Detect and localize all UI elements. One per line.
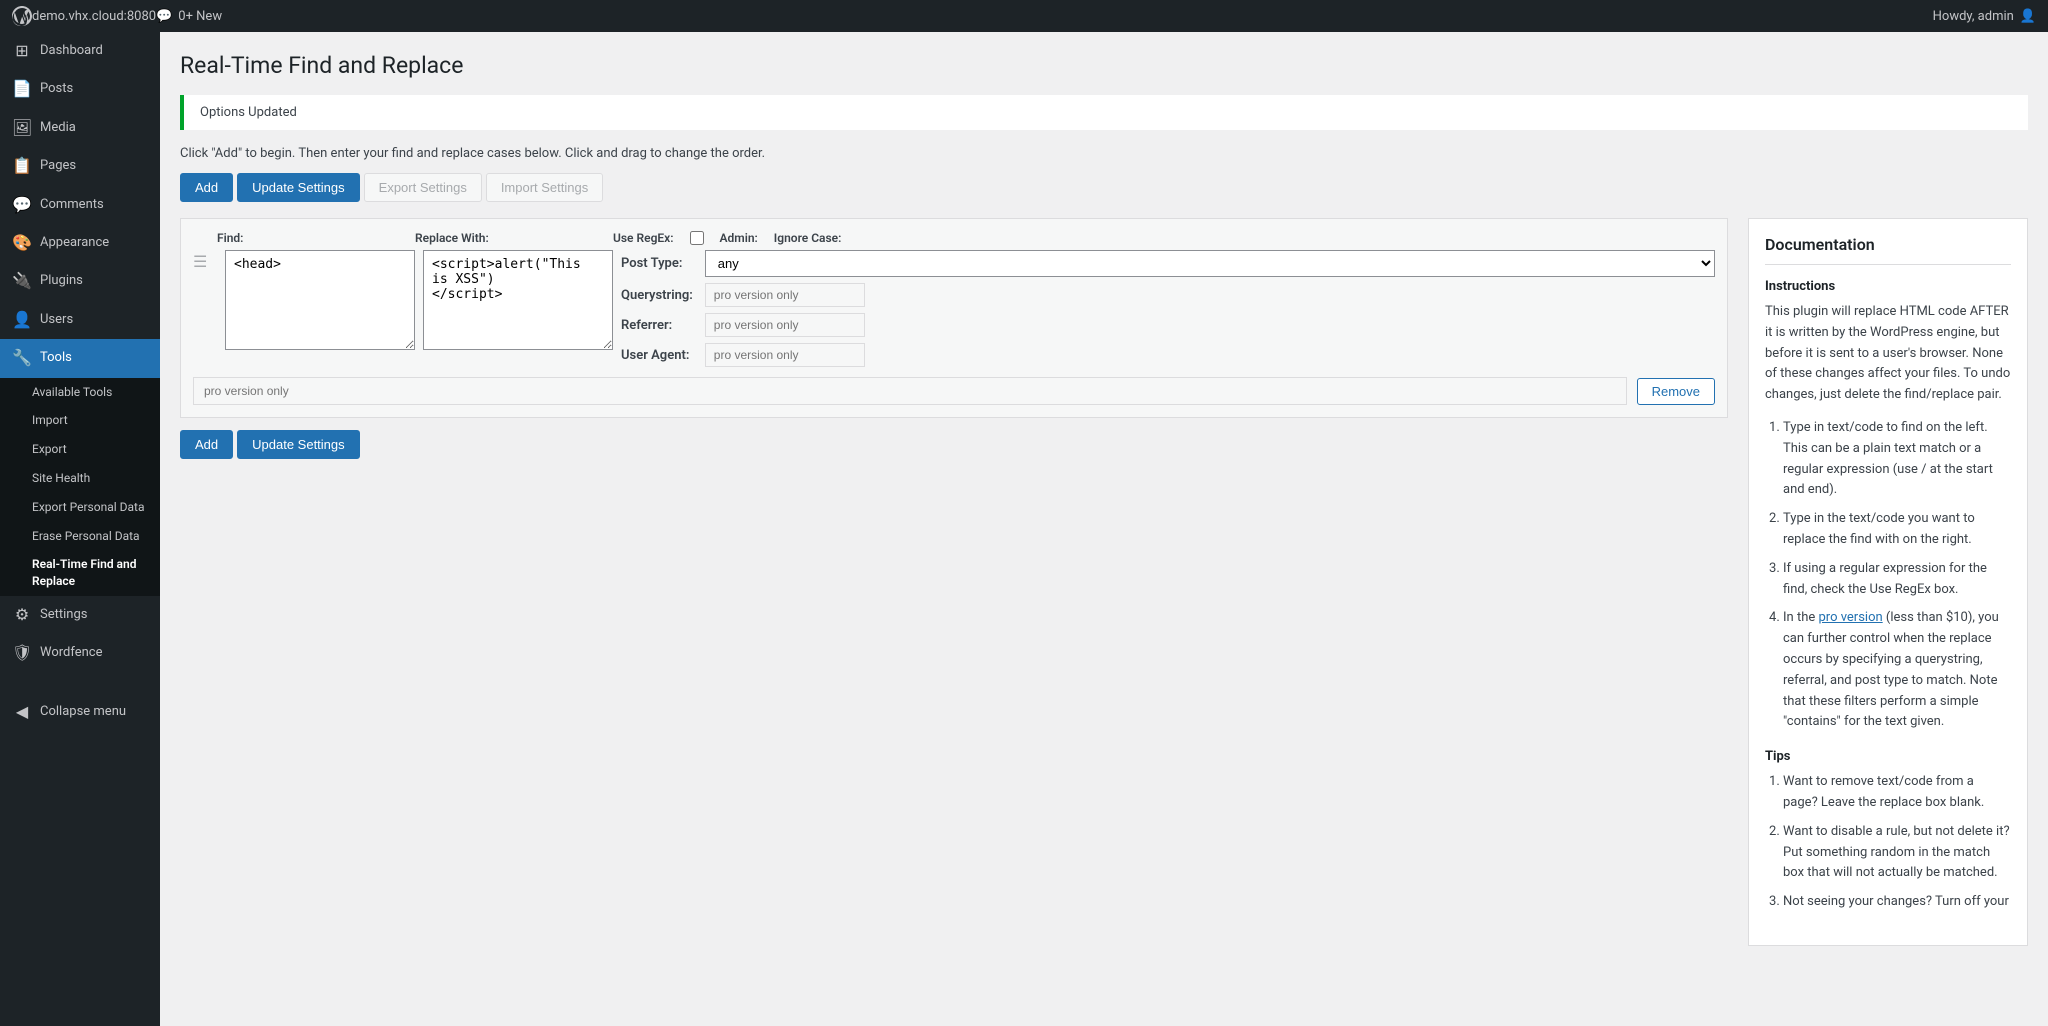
- media-icon: 🖼: [12, 117, 32, 139]
- querystring-input[interactable]: [705, 283, 865, 307]
- find-textarea[interactable]: [225, 250, 415, 350]
- plugins-icon: 🔌: [12, 270, 32, 292]
- replace-textarea[interactable]: [423, 250, 613, 350]
- sidebar-item-media[interactable]: 🖼 Media: [0, 109, 160, 147]
- rule-editor: Find: Replace With: Use RegEx: Admin: Ig…: [180, 218, 1728, 459]
- tips-list: Want to remove text/code from a page? Le…: [1765, 772, 2011, 913]
- sidebar-item-plugins[interactable]: 🔌 Plugins: [0, 262, 160, 300]
- howdy[interactable]: Howdy, admin 👤: [1933, 9, 2036, 24]
- sidebar-item-settings[interactable]: ⚙ Settings: [0, 596, 160, 634]
- tip-3: Not seeing your changes? Turn off your: [1783, 892, 2011, 913]
- update-settings-button-bottom[interactable]: Update Settings: [237, 430, 360, 459]
- instruction-2: Type in the text/code you want to replac…: [1783, 509, 2011, 551]
- sidebar-item-tools[interactable]: 🔧 Tools: [0, 339, 160, 377]
- collapse-menu-button[interactable]: ◀ Collapse menu: [0, 693, 160, 731]
- appearance-icon: 🎨: [12, 232, 32, 254]
- submenu-erase-personal-data[interactable]: Erase Personal Data: [0, 522, 160, 551]
- user-agent-input[interactable]: [705, 343, 865, 367]
- submenu-real-time-find-replace[interactable]: Real-Time Find and Replace: [0, 550, 160, 596]
- remove-button[interactable]: Remove: [1637, 378, 1715, 405]
- sidebar-item-pages[interactable]: 📋 Pages: [0, 147, 160, 185]
- comment-icon: 💬: [156, 9, 172, 24]
- options-col-header: Use RegEx: Admin: Ignore Case:: [613, 231, 1715, 246]
- referrer-input[interactable]: [705, 313, 865, 337]
- comments-link[interactable]: 💬 0: [156, 9, 186, 24]
- submenu-export[interactable]: Export: [0, 435, 160, 464]
- drag-handle[interactable]: ☰: [193, 250, 217, 271]
- instruction-1: Type in text/code to find on the left. T…: [1783, 418, 2011, 501]
- description-text: Click "Add" to begin. Then enter your fi…: [180, 146, 2028, 161]
- page-title: Real-Time Find and Replace: [180, 52, 2028, 79]
- sidebar-item-users[interactable]: 👤 Users: [0, 301, 160, 339]
- instruction-3: If using a regular expression for the fi…: [1783, 559, 2011, 601]
- instruction-4: In the pro version (less than $10), you …: [1783, 608, 2011, 733]
- users-icon: 👤: [12, 309, 32, 331]
- user-avatar-icon: 👤: [2020, 9, 2036, 24]
- comments-icon: 💬: [12, 194, 32, 216]
- tip-1: Want to remove text/code from a page? Le…: [1783, 772, 2011, 814]
- collapse-icon: ◀: [12, 701, 32, 723]
- submenu-import[interactable]: Import: [0, 406, 160, 435]
- rule-row: Find: Replace With: Use RegEx: Admin: Ig…: [180, 218, 1728, 418]
- rule-footer: Remove: [193, 377, 1715, 405]
- tips-title: Tips: [1765, 749, 2011, 764]
- notice-updated: Options Updated: [180, 95, 2028, 130]
- tools-submenu: Available Tools Import Export Site Healt…: [0, 378, 160, 596]
- wp-logo[interactable]: [12, 6, 32, 26]
- instructions-list: Type in text/code to find on the left. T…: [1765, 418, 2011, 733]
- post-type-select[interactable]: any post page: [705, 250, 1715, 277]
- admin-bar: demo.vhx.cloud:8080 💬 0 + New Howdy, adm…: [0, 0, 2048, 32]
- sidebar-item-appearance[interactable]: 🎨 Appearance: [0, 224, 160, 262]
- top-toolbar: Add Update Settings Export Settings Impo…: [180, 173, 2028, 202]
- sidebar-item-wordfence[interactable]: 🛡 Wordfence: [0, 634, 160, 672]
- submenu-export-personal-data[interactable]: Export Personal Data: [0, 493, 160, 522]
- update-settings-button-top[interactable]: Update Settings: [237, 173, 360, 202]
- posts-icon: 📄: [12, 78, 32, 100]
- content-area: Find: Replace With: Use RegEx: Admin: Ig…: [180, 218, 2028, 946]
- import-settings-button[interactable]: Import Settings: [486, 173, 603, 202]
- bottom-toolbar: Add Update Settings: [180, 430, 1728, 459]
- dashboard-icon: ⊞: [12, 40, 32, 62]
- settings-icon: ⚙: [12, 604, 32, 626]
- sidebar-item-posts[interactable]: 📄 Posts: [0, 70, 160, 108]
- doc-intro: This plugin will replace HTML code AFTER…: [1765, 302, 2011, 406]
- doc-title: Documentation: [1765, 235, 2011, 265]
- use-regex-checkbox[interactable]: [690, 231, 704, 245]
- instructions-title: Instructions: [1765, 279, 2011, 294]
- pro-version-link[interactable]: pro version: [1818, 610, 1882, 625]
- tip-2: Want to disable a rule, but not delete i…: [1783, 822, 2011, 884]
- find-field-container: [225, 250, 415, 354]
- submenu-available-tools[interactable]: Available Tools: [0, 378, 160, 407]
- sidebar-item-dashboard[interactable]: ⊞ Dashboard: [0, 32, 160, 70]
- admin-sidebar: ⊞ Dashboard 📄 Posts 🖼 Media 📋 Pages 💬 Co…: [0, 32, 160, 1026]
- pages-icon: 📋: [12, 155, 32, 177]
- add-button-bottom[interactable]: Add: [180, 430, 233, 459]
- add-button-top[interactable]: Add: [180, 173, 233, 202]
- replace-field-container: [423, 250, 613, 354]
- documentation-panel: Documentation Instructions This plugin w…: [1748, 218, 2028, 946]
- options-container: Post Type: any post page Querystring: Re…: [621, 250, 1715, 367]
- main-content: Real-Time Find and Replace Options Updat…: [160, 32, 2048, 1026]
- replace-col-header: Replace With:: [415, 231, 605, 246]
- find-col-header: Find:: [217, 231, 407, 246]
- pro-footer-input[interactable]: [193, 377, 1627, 405]
- tools-icon: 🔧: [12, 347, 32, 369]
- sidebar-item-comments[interactable]: 💬 Comments: [0, 186, 160, 224]
- export-settings-button[interactable]: Export Settings: [364, 173, 482, 202]
- submenu-site-health[interactable]: Site Health: [0, 464, 160, 493]
- new-content-link[interactable]: + New: [186, 9, 223, 24]
- site-name[interactable]: demo.vhx.cloud:8080: [32, 9, 156, 24]
- wordfence-icon: 🛡: [12, 642, 32, 664]
